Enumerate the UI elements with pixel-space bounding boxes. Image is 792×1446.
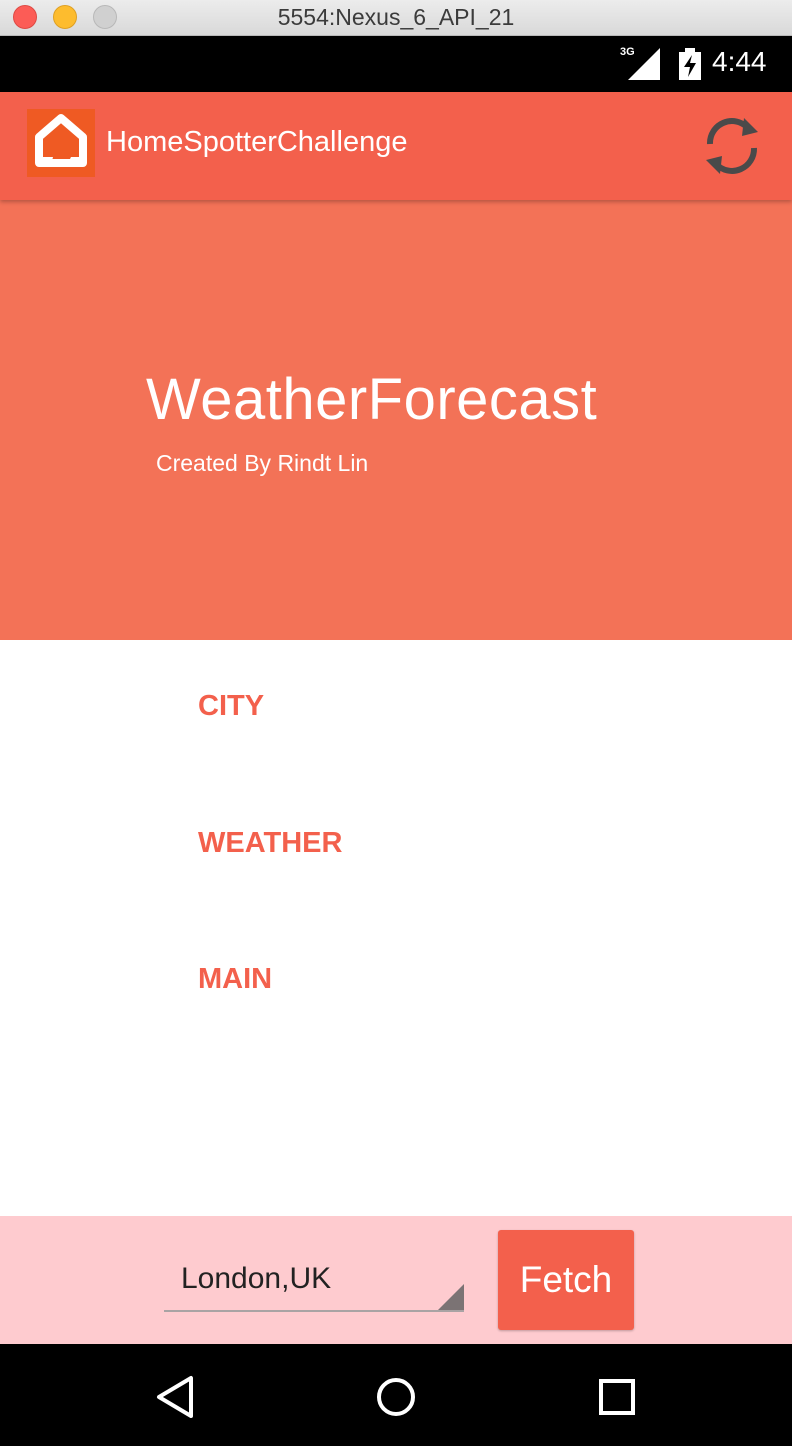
- city-label: CITY: [198, 690, 265, 722]
- refresh-icon: [706, 118, 758, 174]
- fetch-button[interactable]: Fetch: [498, 1230, 634, 1330]
- status-clock: 4:44: [712, 46, 767, 77]
- app-title: HomeSpotterChallenge: [106, 126, 408, 158]
- signal-icon: [628, 48, 660, 80]
- battery-charging-icon: [679, 48, 701, 80]
- fetch-bar: London,UK Fetch: [0, 1216, 792, 1344]
- recent-apps-icon[interactable]: [592, 1372, 642, 1422]
- app-logo: [27, 109, 95, 177]
- weather-content: CITY WEATHER MAIN: [0, 640, 792, 1216]
- back-icon[interactable]: [151, 1372, 201, 1422]
- refresh-button[interactable]: [694, 108, 770, 184]
- weather-label: WEATHER: [198, 827, 343, 859]
- home-circle-icon[interactable]: [371, 1372, 421, 1422]
- dropdown-arrow-icon: [438, 1284, 464, 1310]
- city-spinner-value: London,UK: [181, 1262, 332, 1295]
- hero-header: WeatherForecast Created By Rindt Lin: [0, 200, 792, 640]
- city-spinner[interactable]: London,UK: [164, 1256, 464, 1312]
- status-bar: 3G 4:44: [0, 36, 792, 92]
- app-bar: HomeSpotterChallenge: [0, 92, 792, 200]
- navigation-bar: [0, 1344, 792, 1446]
- window-title-bar: 5554:Nexus_6_API_21: [0, 0, 792, 36]
- hero-subtitle: Created By Rindt Lin: [156, 450, 369, 476]
- main-label: MAIN: [198, 963, 273, 995]
- window-title: 5554:Nexus_6_API_21: [277, 4, 515, 30]
- hero-title: WeatherForecast: [146, 367, 598, 432]
- home-icon: [35, 114, 87, 167]
